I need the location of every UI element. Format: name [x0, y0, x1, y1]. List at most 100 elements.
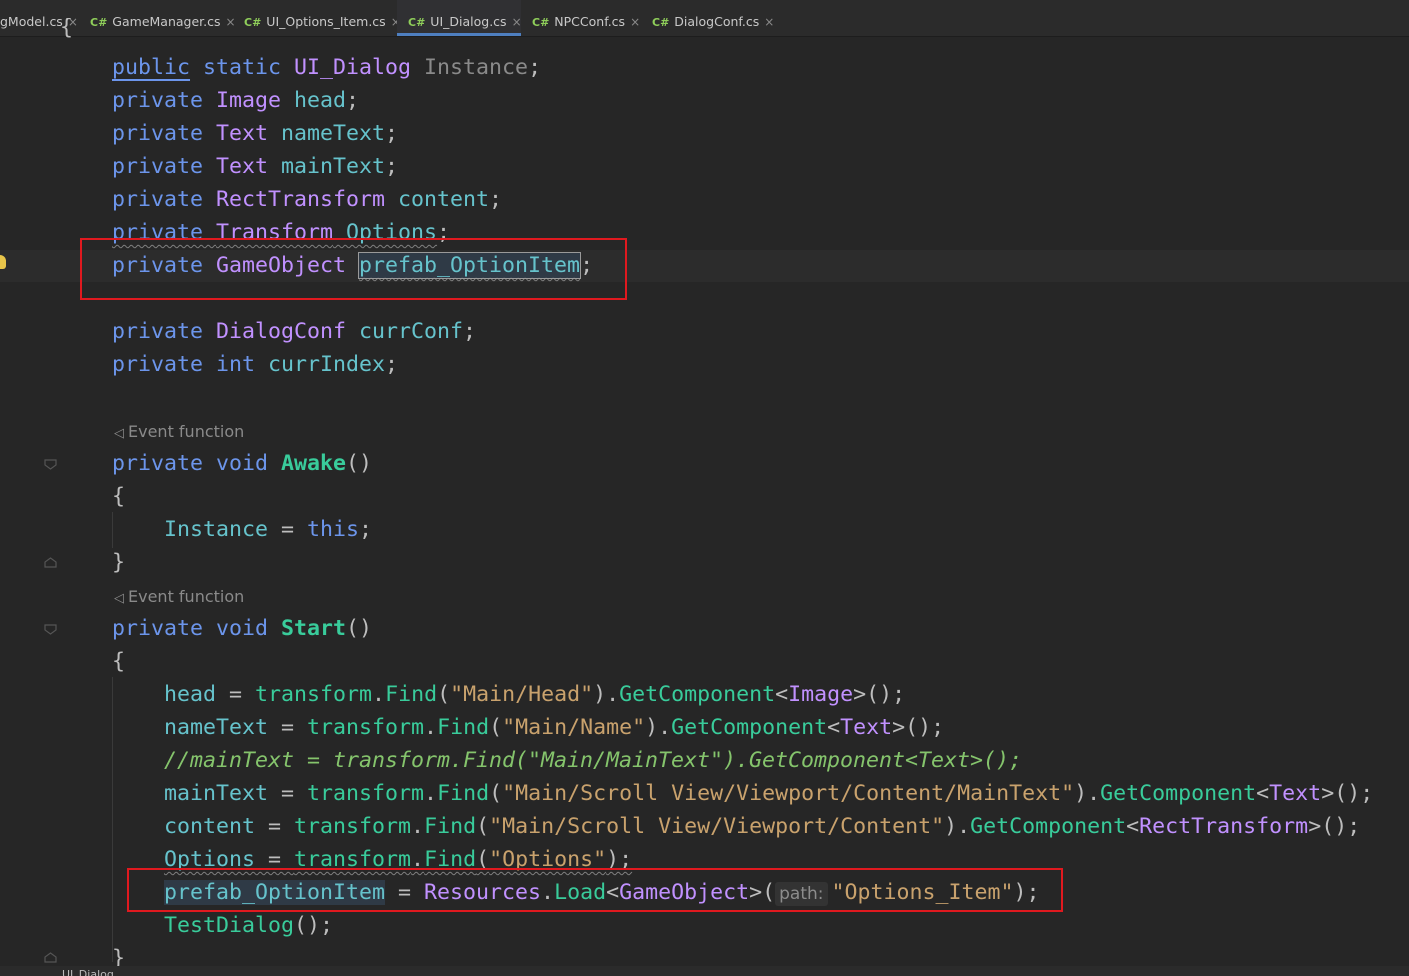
editor-tab-bar: gModel.cs × C# GameManager.cs × C# UI_Option… [0, 0, 1409, 37]
code-line[interactable]: { [112, 480, 125, 513]
code-token: "Main/Scroll View/Viewport/Content" [489, 814, 945, 839]
code-line[interactable]: nameText = transform.Find("Main/Name").G… [164, 711, 944, 744]
code-token: ). [944, 814, 971, 839]
code-token: ( [437, 682, 451, 707]
code-token: mainText [268, 154, 386, 179]
indent-guide [112, 677, 113, 962]
close-icon[interactable]: × [630, 15, 640, 29]
code-token: ; [346, 88, 360, 113]
code-line[interactable]: TestDialog(); [164, 909, 333, 942]
code-token: this [307, 517, 360, 542]
csharp-file-icon: C# [532, 16, 550, 29]
code-token: Find [385, 682, 438, 707]
code-line[interactable]: private RectTransform content; [112, 183, 502, 216]
code-token: RectTransform [216, 187, 386, 212]
code-token: private [112, 121, 217, 146]
code-line[interactable]: } [112, 942, 125, 966]
fold-close-icon[interactable] [44, 952, 57, 963]
code-token: . [411, 814, 425, 839]
editor-gutter [0, 37, 80, 976]
code-line[interactable]: Instance = this; [164, 513, 372, 546]
code-token: } [112, 550, 126, 575]
event-function-hint[interactable]: ◁ Event function [114, 585, 244, 609]
code-line[interactable]: public static UI_Dialog Instance; [112, 51, 541, 84]
tab-label: UI_Dialog.cs [430, 14, 507, 29]
code-token: static [190, 55, 295, 80]
inlay-label: Event function [128, 587, 245, 606]
code-token: nameText [268, 121, 386, 146]
code-line[interactable]: head = transform.Find("Main/Head").GetCo… [164, 678, 905, 711]
code-comment-line[interactable]: //mainText = transform.Find("Main/MainTe… [164, 744, 1022, 777]
tab-gamemanager[interactable]: C# GameManager.cs × [90, 0, 236, 36]
code-line[interactable]: private Image head; [112, 84, 359, 117]
code-token: TestDialog [164, 913, 295, 938]
event-function-hint[interactable]: ◁ Event function [114, 420, 244, 444]
code-line[interactable]: content = transform.Find("Main/Scroll Vi… [164, 810, 1360, 843]
unity-event-icon: ◁ [114, 591, 124, 606]
code-line[interactable]: } [112, 546, 125, 579]
code-token: ; [489, 187, 503, 212]
code-token: ; [463, 319, 477, 344]
code-token: Find [424, 814, 477, 839]
code-line[interactable]: private int currIndex; [112, 348, 398, 381]
code-token: < [827, 715, 841, 740]
code-token: private [112, 616, 217, 641]
tab-npcconf[interactable]: C# NPCConf.cs × [532, 0, 640, 36]
breadcrumb[interactable]: UI_Dialog [62, 968, 114, 976]
breadcrumb-bar: UI_Dialog [0, 966, 1409, 976]
close-icon[interactable]: × [226, 15, 236, 29]
code-token: ). [645, 715, 672, 740]
close-icon[interactable]: × [764, 15, 774, 29]
code-token: private [112, 319, 217, 344]
tab-ui-options-item[interactable]: C# UI_Options_Item.cs × [244, 0, 401, 36]
code-token: () [346, 616, 373, 641]
tab-ui-dialog[interactable]: C# UI_Dialog.cs × [397, 0, 522, 36]
close-icon[interactable]: × [512, 15, 522, 29]
code-token: Text [216, 154, 269, 179]
code-token: Instance [411, 55, 529, 80]
code-line[interactable]: private void Start() [112, 612, 372, 645]
unity-event-icon: ◁ [114, 426, 124, 441]
code-token: transform [294, 814, 412, 839]
code-token: ; [359, 517, 373, 542]
code-token: Instance [164, 517, 269, 542]
tab-label: DialogConf.cs [674, 14, 760, 29]
code-token: { [112, 649, 126, 674]
code-token: private [112, 352, 217, 377]
code-token: { [60, 18, 74, 38]
code-line[interactable]: mainText = transform.Find("Main/Scroll V… [164, 777, 1373, 810]
code-token: = [268, 781, 308, 806]
code-token: currConf [346, 319, 464, 344]
code-token: >(); [1321, 781, 1374, 806]
inlay-label: Event function [128, 422, 245, 441]
code-token: ; [385, 154, 399, 179]
csharp-file-icon: C# [244, 16, 262, 29]
code-line[interactable]: private Text mainText; [112, 150, 398, 183]
code-token: () [346, 451, 373, 476]
code-token: Text [1269, 781, 1322, 806]
code-token: "Main/Scroll View/Viewport/Content/MainT… [502, 781, 1075, 806]
code-token: = [268, 517, 308, 542]
code-token: >(); [853, 682, 906, 707]
code-token: RectTransform [1139, 814, 1309, 839]
tab-label: UI_Options_Item.cs [266, 14, 386, 29]
code-token: < [775, 682, 789, 707]
code-line[interactable]: { [112, 645, 125, 678]
fold-open-icon[interactable] [44, 624, 57, 635]
tab-dialogconf[interactable]: C# DialogConf.cs × [652, 0, 776, 36]
lightbulb-icon[interactable] [0, 255, 6, 269]
code-token: private [112, 154, 217, 179]
code-line[interactable]: private void Awake() [112, 447, 372, 480]
code-line[interactable]: private Text nameText; [112, 117, 398, 150]
fold-open-icon[interactable] [44, 459, 57, 470]
code-comment: //mainText = transform.Find("Main/MainTe… [164, 748, 1023, 773]
fold-close-icon[interactable] [44, 557, 57, 568]
code-line[interactable]: private DialogConf currConf; [112, 315, 476, 348]
code-token: void [216, 451, 282, 476]
code-token: ; [528, 55, 542, 80]
code-token: ). [593, 682, 620, 707]
code-token: content [385, 187, 490, 212]
tab-label: NPCConf.cs [554, 14, 626, 29]
code-token: private [112, 88, 217, 113]
code-line[interactable]: { [60, 18, 73, 38]
